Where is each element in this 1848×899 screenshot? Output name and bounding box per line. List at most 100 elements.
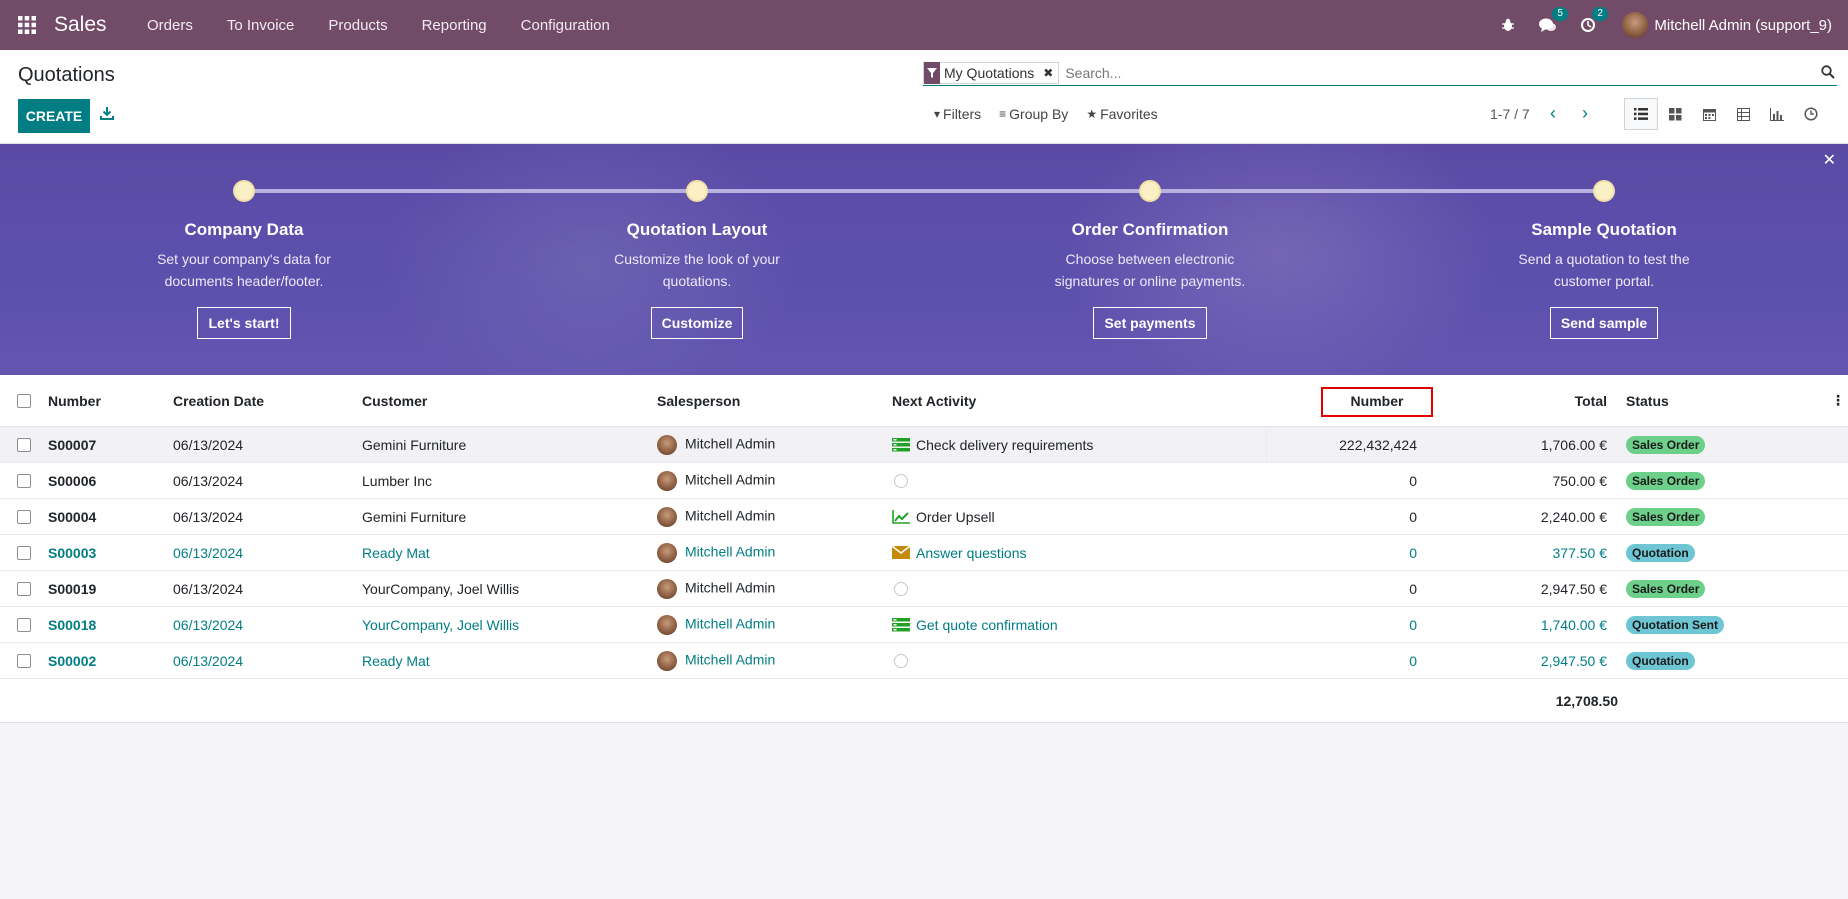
row-checkbox[interactable]: [17, 581, 31, 596]
activity-summary: Get quote confirmation: [916, 616, 1058, 633]
search-icon[interactable]: [1821, 65, 1835, 84]
column-header-next-activity[interactable]: Next Activity: [892, 393, 976, 409]
close-icon[interactable]: ✕: [1823, 150, 1836, 170]
column-header-number[interactable]: Number: [48, 393, 101, 409]
favorites-button[interactable]: ★ Favorites: [1086, 106, 1157, 122]
table-row[interactable]: S00003 06/13/2024 Ready Mat Mitchell Adm…: [0, 535, 1848, 571]
menu-reporting[interactable]: Reporting: [405, 0, 504, 50]
menu-orders[interactable]: Orders: [130, 0, 210, 50]
user-menu[interactable]: Mitchell Admin (support_9): [1654, 17, 1832, 34]
customize-button[interactable]: Customize: [650, 307, 744, 339]
lets-start-button[interactable]: Let's start!: [197, 307, 291, 339]
app-name[interactable]: Sales: [54, 13, 110, 37]
cell-next-activity[interactable]: Check delivery requirements: [892, 437, 1093, 453]
onboarding-banner: ✕ Company Data Set your company's data f…: [0, 144, 1848, 375]
status-badge: Sales Order: [1626, 471, 1706, 490]
cell-total: 377.50 €: [1552, 544, 1608, 561]
table-row[interactable]: S00019 06/13/2024 YourCompany, Joel Will…: [0, 571, 1848, 607]
onboarding-step-company-data: Company Data Set your company's data for…: [124, 220, 364, 339]
search-input[interactable]: [1059, 61, 1837, 84]
cell-number: S00004: [48, 508, 97, 525]
column-header-customer[interactable]: Customer: [362, 393, 427, 409]
list-view-icon[interactable]: [1624, 98, 1658, 130]
step-description-line: customer portal.: [1553, 273, 1655, 289]
cell-next-activity[interactable]: Answer questions: [892, 545, 1027, 561]
pager-value[interactable]: 1-7 / 7: [1490, 106, 1530, 122]
filters-button[interactable]: ▾ Filters: [934, 106, 981, 122]
row-checkbox[interactable]: [17, 473, 31, 488]
step-dot: [686, 180, 708, 202]
cell-next-activity[interactable]: Order Upsell: [892, 509, 995, 525]
activity-view-icon[interactable]: [1794, 98, 1828, 130]
menu-products[interactable]: Products: [311, 0, 404, 50]
set-payments-button[interactable]: Set payments: [1093, 307, 1207, 339]
cell-next-activity[interactable]: Get quote confirmation: [892, 617, 1058, 633]
cell-customer: Ready Mat: [362, 652, 430, 669]
footer-total: 12,708.50: [1555, 693, 1618, 709]
salesperson-avatar: [657, 542, 677, 563]
user-avatar[interactable]: [1622, 12, 1649, 38]
table-row[interactable]: S00018 06/13/2024 YourCompany, Joel Will…: [0, 607, 1848, 643]
cell-number-field: 0: [1409, 472, 1417, 489]
table-row[interactable]: S00006 06/13/2024 Lumber Inc Mitchell Ad…: [0, 463, 1848, 499]
star-icon: ★: [1086, 107, 1098, 121]
send-sample-button[interactable]: Send sample: [1549, 307, 1659, 339]
cell-total: 2,240.00 €: [1540, 508, 1607, 525]
menu-configuration[interactable]: Configuration: [504, 0, 627, 50]
filters-label: Filters: [943, 106, 982, 122]
cell-number: S00003: [48, 544, 97, 561]
pager-next-icon[interactable]: ›: [1582, 103, 1588, 124]
activity-summary: Check delivery requirements: [916, 436, 1094, 453]
messages-icon[interactable]: 5: [1528, 7, 1568, 33]
cell-number: S00006: [48, 472, 97, 489]
cell-number: S00018: [48, 616, 97, 633]
cell-total: 1,706.00 €: [1540, 436, 1607, 453]
cell-next-activity[interactable]: [892, 473, 916, 488]
cell-creation-date: 06/13/2024: [173, 472, 244, 489]
cell-number-field: 222,432,424: [1339, 436, 1417, 453]
column-header-number-field[interactable]: Number: [1321, 393, 1433, 409]
facet-value: My Quotations: [944, 64, 1035, 81]
cell-next-activity[interactable]: [892, 653, 916, 668]
pager-previous-icon[interactable]: ‹: [1550, 103, 1556, 124]
row-checkbox[interactable]: [17, 509, 31, 524]
column-header-status[interactable]: Status: [1626, 393, 1669, 409]
table-row[interactable]: S00002 06/13/2024 Ready Mat Mitchell Adm…: [0, 643, 1848, 679]
quotations-table: Number Creation Date Customer Salesperso…: [0, 375, 1848, 723]
row-checkbox[interactable]: [17, 437, 31, 452]
pivot-view-icon[interactable]: [1726, 98, 1760, 130]
table-row[interactable]: S00007 06/13/2024 Gemini Furniture Mitch…: [0, 427, 1848, 463]
row-checkbox[interactable]: [17, 545, 31, 560]
row-checkbox[interactable]: [17, 617, 31, 632]
calendar-view-icon[interactable]: [1692, 98, 1726, 130]
graph-view-icon[interactable]: [1760, 98, 1794, 130]
step-description-line: signatures or online payments.: [1054, 273, 1246, 289]
column-header-creation-date[interactable]: Creation Date: [173, 393, 264, 409]
optional-columns-icon[interactable]: ⋮: [1831, 392, 1845, 409]
column-header-total[interactable]: Total: [1480, 393, 1607, 409]
group-by-button[interactable]: ≡ Group By: [999, 106, 1068, 122]
activities-icon[interactable]: 2: [1568, 7, 1608, 33]
cell-total: 2,947.50 €: [1540, 652, 1607, 669]
status-badge: Quotation Sent: [1626, 615, 1724, 634]
email-icon: [892, 546, 910, 559]
facet-remove-icon[interactable]: ✖: [1038, 66, 1058, 80]
cell-next-activity[interactable]: [892, 581, 916, 596]
control-panel: Quotations CREATE My Quotations ✖ ▾Filte…: [0, 50, 1848, 144]
cell-number-field: 0: [1409, 652, 1417, 669]
cell-number-field: 0: [1409, 508, 1417, 525]
row-checkbox[interactable]: [17, 653, 31, 668]
download-icon[interactable]: [100, 106, 114, 125]
column-header-salesperson[interactable]: Salesperson: [657, 393, 740, 409]
cell-number-field: 0: [1409, 544, 1417, 561]
kanban-view-icon[interactable]: [1658, 98, 1692, 130]
create-button[interactable]: CREATE: [18, 99, 90, 133]
menu-to-invoice[interactable]: To Invoice: [210, 0, 312, 50]
table-row[interactable]: S00004 06/13/2024 Gemini Furniture Mitch…: [0, 499, 1848, 535]
step-description-line: Customize the look of your: [614, 251, 780, 267]
apps-menu-icon[interactable]: [0, 0, 54, 50]
select-all-checkbox[interactable]: [17, 393, 31, 408]
cell-salesperson: Mitchell Admin: [685, 651, 776, 668]
status-badge: Sales Order: [1626, 579, 1706, 598]
debug-icon[interactable]: [1488, 18, 1528, 32]
